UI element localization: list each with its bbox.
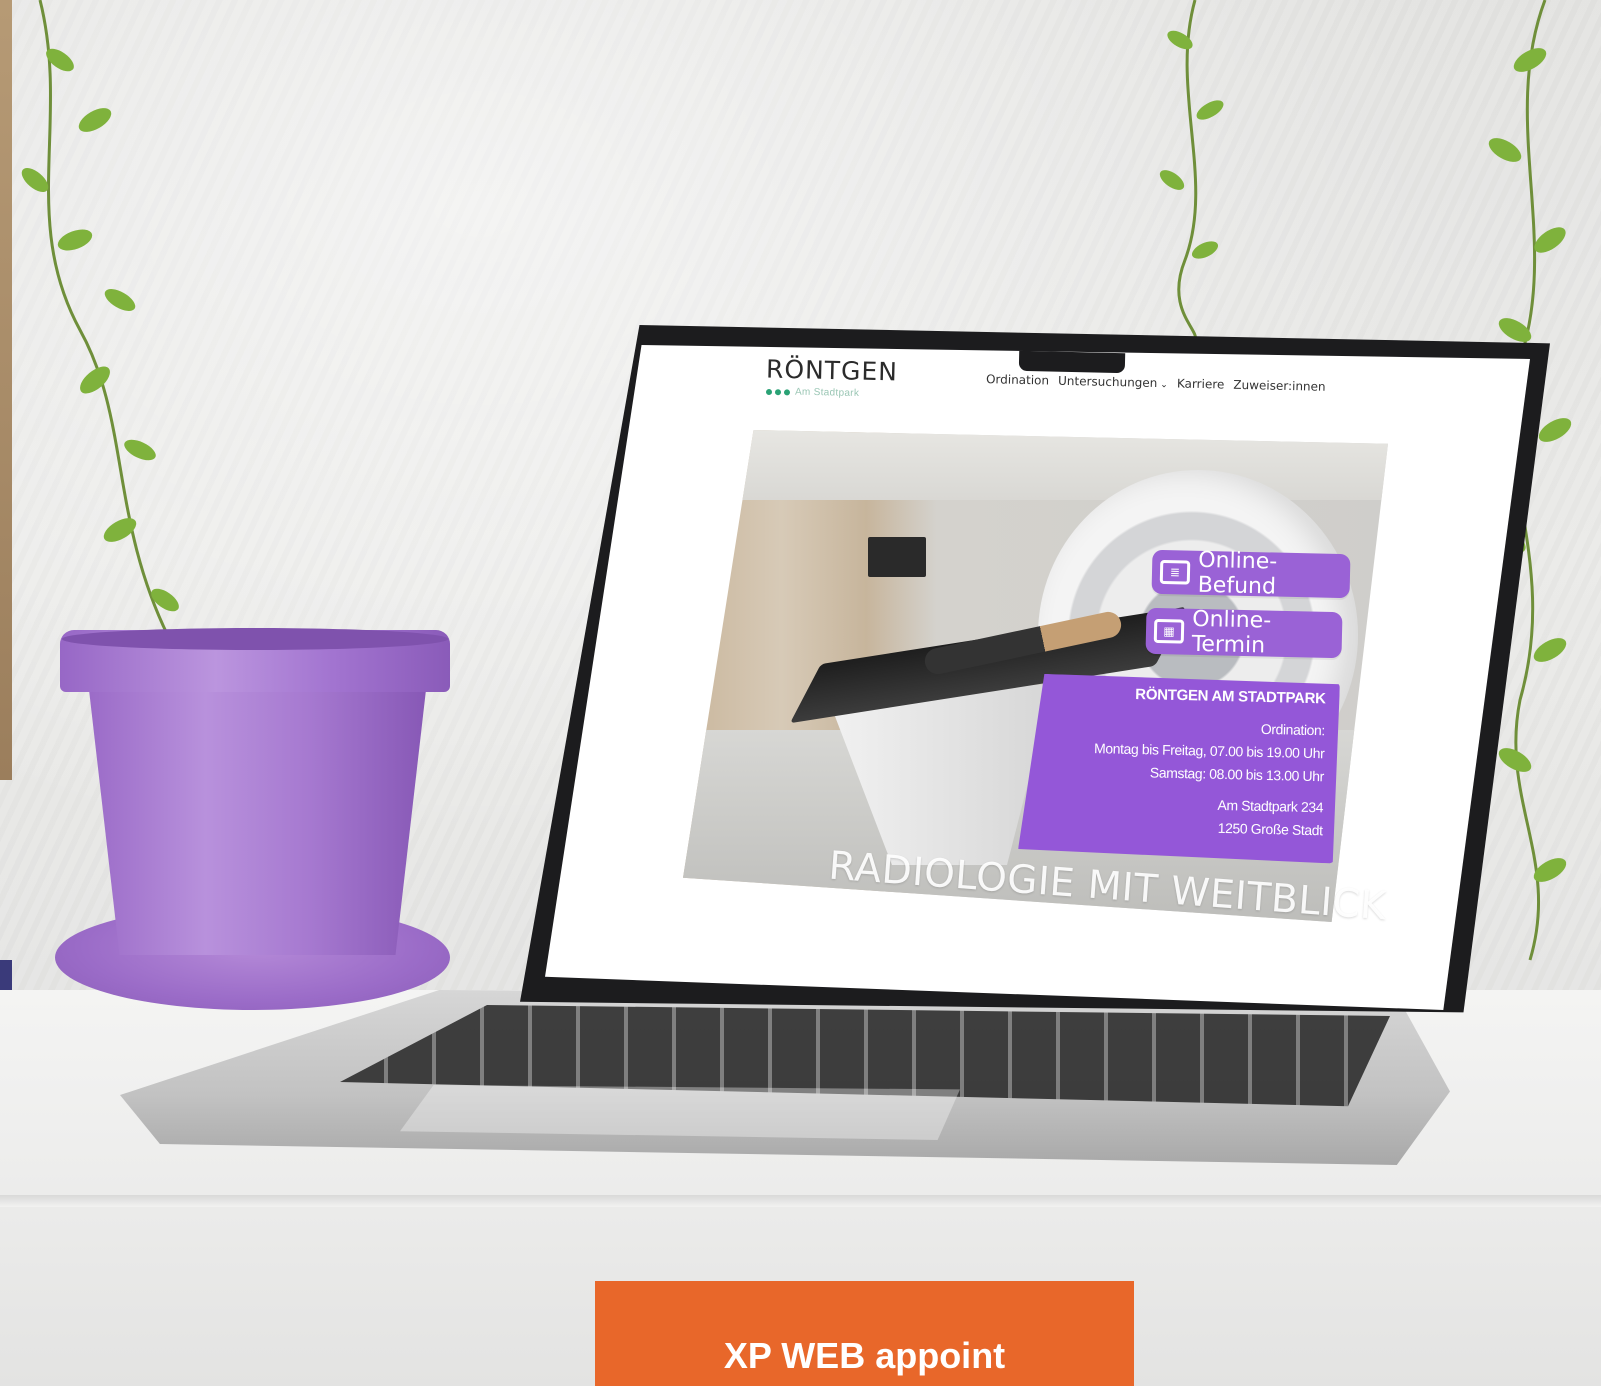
camera-notch [1018, 350, 1126, 374]
nav-ordination[interactable]: Ordination [986, 372, 1049, 387]
practice-info-box: RÖNTGEN AM STADTPARK Ordination: Montag … [1018, 673, 1340, 863]
site-logo-subtitle: Am Stadtpark [765, 386, 860, 400]
online-termin-label: Online-Termin [1191, 606, 1272, 659]
cta-label: XP WEB appoint [723, 1335, 1006, 1376]
logo-dot [783, 388, 791, 395]
document-list-icon: ≣ [1159, 559, 1191, 585]
online-befund-label: Online-Befund [1197, 547, 1278, 600]
nav-untersuchungen-label: Untersuchungen [1057, 373, 1158, 391]
nav-untersuchungen[interactable]: Untersuchungen ⌄ [1058, 374, 1168, 390]
pot-opening [62, 628, 448, 650]
logo-subtitle-text: Am Stadtpark [794, 386, 860, 400]
xp-web-appoint-button[interactable]: XP WEB appoint [595, 1281, 1134, 1386]
site-logo-title[interactable]: RÖNTGEN [766, 355, 899, 387]
online-befund-button[interactable]: ≣ Online-Befund [1151, 547, 1351, 600]
nav-karriere[interactable]: Karriere [1177, 376, 1225, 391]
nav-zuweiser[interactable]: Zuweiser:innen [1233, 378, 1326, 394]
chevron-down-icon: ⌄ [1160, 380, 1168, 391]
logo-dot [774, 388, 782, 395]
flower-pot [85, 655, 430, 955]
wall-monitor [868, 537, 926, 577]
logo-dot [765, 388, 773, 395]
calendar-icon: ▦ [1153, 618, 1185, 644]
shelf-edge [0, 1195, 1601, 1207]
laptop-trackpad [400, 1085, 960, 1140]
online-termin-button[interactable]: ▦ Online-Termin [1145, 606, 1343, 659]
photo-scene: RÖNTGEN Am Stadtpark Ordination Untersuc… [0, 0, 1601, 1386]
info-title: RÖNTGEN AM STADTPARK [1135, 685, 1326, 708]
